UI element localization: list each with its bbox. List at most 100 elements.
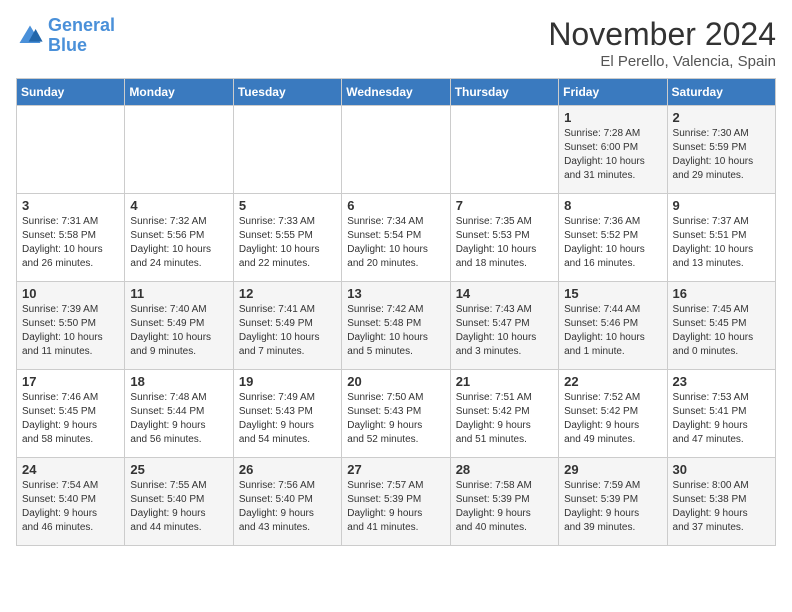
title-block: November 2024 El Perello, Valencia, Spai… (548, 16, 776, 70)
day-number: 29 (564, 462, 661, 477)
day-info: Sunrise: 7:42 AM Sunset: 5:48 PM Dayligh… (347, 303, 444, 359)
day-number: 10 (22, 286, 119, 301)
day-info: Sunrise: 7:59 AM Sunset: 5:39 PM Dayligh… (564, 479, 661, 535)
day-info: Sunrise: 7:48 AM Sunset: 5:44 PM Dayligh… (130, 391, 227, 447)
day-info: Sunrise: 7:46 AM Sunset: 5:45 PM Dayligh… (22, 391, 119, 447)
calendar-cell: 26 Sunrise: 7:56 AM Sunset: 5:40 PM Dayli… (233, 458, 341, 546)
day-info: Sunrise: 7:30 AM Sunset: 5:59 PM Dayligh… (673, 127, 770, 183)
day-number: 13 (347, 286, 444, 301)
day-info: Sunrise: 7:54 AM Sunset: 5:40 PM Dayligh… (22, 479, 119, 535)
calendar-cell: 28 Sunrise: 7:58 AM Sunset: 5:39 PM Dayli… (450, 458, 558, 546)
day-info: Sunrise: 7:33 AM Sunset: 5:55 PM Dayligh… (239, 215, 336, 271)
day-info: Sunrise: 7:49 AM Sunset: 5:43 PM Dayligh… (239, 391, 336, 447)
calendar-cell: 24 Sunrise: 7:54 AM Sunset: 5:40 PM Dayli… (17, 458, 125, 546)
day-number: 23 (673, 374, 770, 389)
calendar-cell: 29 Sunrise: 7:59 AM Sunset: 5:39 PM Dayli… (559, 458, 667, 546)
calendar-row: 1 Sunrise: 7:28 AM Sunset: 6:00 PM Daylig… (17, 106, 776, 194)
page-header: General Blue November 2024 El Perello, V… (16, 16, 776, 70)
calendar-cell: 25Sunrise: 7:55 AM Sunset: 5:40 PM Dayli… (125, 458, 233, 546)
day-info: Sunrise: 7:40 AM Sunset: 5:49 PM Dayligh… (130, 303, 227, 359)
calendar-cell: 11 Sunrise: 7:40 AM Sunset: 5:49 PM Dayli… (125, 282, 233, 370)
calendar-cell: 19 Sunrise: 7:49 AM Sunset: 5:43 PM Dayli… (233, 370, 341, 458)
calendar-body: 1 Sunrise: 7:28 AM Sunset: 6:00 PM Daylig… (17, 106, 776, 546)
day-info: Sunrise: 7:34 AM Sunset: 5:54 PM Dayligh… (347, 215, 444, 271)
calendar-cell: 14 Sunrise: 7:43 AM Sunset: 5:47 PM Dayli… (450, 282, 558, 370)
day-info: Sunrise: 7:45 AM Sunset: 5:45 PM Dayligh… (673, 303, 770, 359)
calendar-cell: 5 Sunrise: 7:33 AM Sunset: 5:55 PM Daylig… (233, 194, 341, 282)
day-number: 19 (239, 374, 336, 389)
day-number: 20 (347, 374, 444, 389)
day-number: 9 (673, 198, 770, 213)
calendar-cell: 30 Sunrise: 8:00 AM Sunset: 5:38 PM Dayli… (667, 458, 775, 546)
calendar-cell: 2 Sunrise: 7:30 AM Sunset: 5:59 PM Daylig… (667, 106, 775, 194)
day-info: Sunrise: 8:00 AM Sunset: 5:38 PM Dayligh… (673, 479, 770, 535)
day-info: Sunrise: 7:41 AM Sunset: 5:49 PM Dayligh… (239, 303, 336, 359)
header-row: SundayMondayTuesdayWednesdayThursdayFrid… (17, 79, 776, 106)
day-info: Sunrise: 7:58 AM Sunset: 5:39 PM Dayligh… (456, 479, 553, 535)
calendar-table: SundayMondayTuesdayWednesdayThursdayFrid… (16, 78, 776, 546)
day-number: 22 (564, 374, 661, 389)
day-number: 24 (22, 462, 119, 477)
calendar-row: 3 Sunrise: 7:31 AM Sunset: 5:58 PM Daylig… (17, 194, 776, 282)
calendar-cell: 7 Sunrise: 7:35 AM Sunset: 5:53 PM Daylig… (450, 194, 558, 282)
logo-text: General Blue (48, 16, 115, 56)
day-number: 30 (673, 462, 770, 477)
day-info: Sunrise: 7:56 AM Sunset: 5:40 PM Dayligh… (239, 479, 336, 535)
calendar-row: 17 Sunrise: 7:46 AM Sunset: 5:45 PM Dayli… (17, 370, 776, 458)
weekday-header: Saturday (667, 79, 775, 106)
calendar-row: 24 Sunrise: 7:54 AM Sunset: 5:40 PM Dayli… (17, 458, 776, 546)
day-info: Sunrise: 7:57 AM Sunset: 5:39 PM Dayligh… (347, 479, 444, 535)
day-info: Sunrise: 7:52 AM Sunset: 5:42 PM Dayligh… (564, 391, 661, 447)
weekday-header: Wednesday (342, 79, 450, 106)
day-info: Sunrise: 7:39 AM Sunset: 5:50 PM Dayligh… (22, 303, 119, 359)
location: El Perello, Valencia, Spain (548, 53, 776, 70)
day-number: 4 (130, 198, 227, 213)
day-number: 17 (22, 374, 119, 389)
day-number: 28 (456, 462, 553, 477)
calendar-cell: 20Sunrise: 7:50 AM Sunset: 5:43 PM Dayli… (342, 370, 450, 458)
month-title: November 2024 (548, 16, 776, 53)
calendar-cell (125, 106, 233, 194)
calendar-cell (17, 106, 125, 194)
day-info: Sunrise: 7:35 AM Sunset: 5:53 PM Dayligh… (456, 215, 553, 271)
day-info: Sunrise: 7:32 AM Sunset: 5:56 PM Dayligh… (130, 215, 227, 271)
weekday-header: Sunday (17, 79, 125, 106)
day-info: Sunrise: 7:31 AM Sunset: 5:58 PM Dayligh… (22, 215, 119, 271)
calendar-cell: 10 Sunrise: 7:39 AM Sunset: 5:50 PM Dayli… (17, 282, 125, 370)
day-number: 1 (564, 110, 661, 125)
day-number: 6 (347, 198, 444, 213)
weekday-header: Friday (559, 79, 667, 106)
calendar-cell: 6 Sunrise: 7:34 AM Sunset: 5:54 PM Daylig… (342, 194, 450, 282)
day-number: 5 (239, 198, 336, 213)
logo: General Blue (16, 16, 115, 56)
calendar-cell: 21 Sunrise: 7:51 AM Sunset: 5:42 PM Dayli… (450, 370, 558, 458)
calendar-cell: 18Sunrise: 7:48 AM Sunset: 5:44 PM Dayli… (125, 370, 233, 458)
day-number: 14 (456, 286, 553, 301)
calendar-cell: 17 Sunrise: 7:46 AM Sunset: 5:45 PM Dayli… (17, 370, 125, 458)
day-number: 26 (239, 462, 336, 477)
calendar-cell (233, 106, 341, 194)
day-number: 11 (130, 286, 227, 301)
calendar-row: 10 Sunrise: 7:39 AM Sunset: 5:50 PM Dayli… (17, 282, 776, 370)
calendar-cell: 16Sunrise: 7:45 AM Sunset: 5:45 PM Dayli… (667, 282, 775, 370)
calendar-cell: 3 Sunrise: 7:31 AM Sunset: 5:58 PM Daylig… (17, 194, 125, 282)
logo-icon (16, 22, 44, 50)
day-number: 2 (673, 110, 770, 125)
day-number: 12 (239, 286, 336, 301)
day-info: Sunrise: 7:44 AM Sunset: 5:46 PM Dayligh… (564, 303, 661, 359)
day-info: Sunrise: 7:28 AM Sunset: 6:00 PM Dayligh… (564, 127, 661, 183)
day-number: 3 (22, 198, 119, 213)
calendar-cell: 4 Sunrise: 7:32 AM Sunset: 5:56 PM Daylig… (125, 194, 233, 282)
day-number: 7 (456, 198, 553, 213)
day-number: 25 (130, 462, 227, 477)
day-info: Sunrise: 7:53 AM Sunset: 5:41 PM Dayligh… (673, 391, 770, 447)
calendar-cell: 1 Sunrise: 7:28 AM Sunset: 6:00 PM Daylig… (559, 106, 667, 194)
calendar-header: SundayMondayTuesdayWednesdayThursdayFrid… (17, 79, 776, 106)
day-info: Sunrise: 7:51 AM Sunset: 5:42 PM Dayligh… (456, 391, 553, 447)
day-number: 8 (564, 198, 661, 213)
calendar-cell: 15Sunrise: 7:44 AM Sunset: 5:46 PM Dayli… (559, 282, 667, 370)
calendar-cell: 22 Sunrise: 7:52 AM Sunset: 5:42 PM Dayli… (559, 370, 667, 458)
weekday-header: Thursday (450, 79, 558, 106)
day-number: 21 (456, 374, 553, 389)
day-info: Sunrise: 7:43 AM Sunset: 5:47 PM Dayligh… (456, 303, 553, 359)
